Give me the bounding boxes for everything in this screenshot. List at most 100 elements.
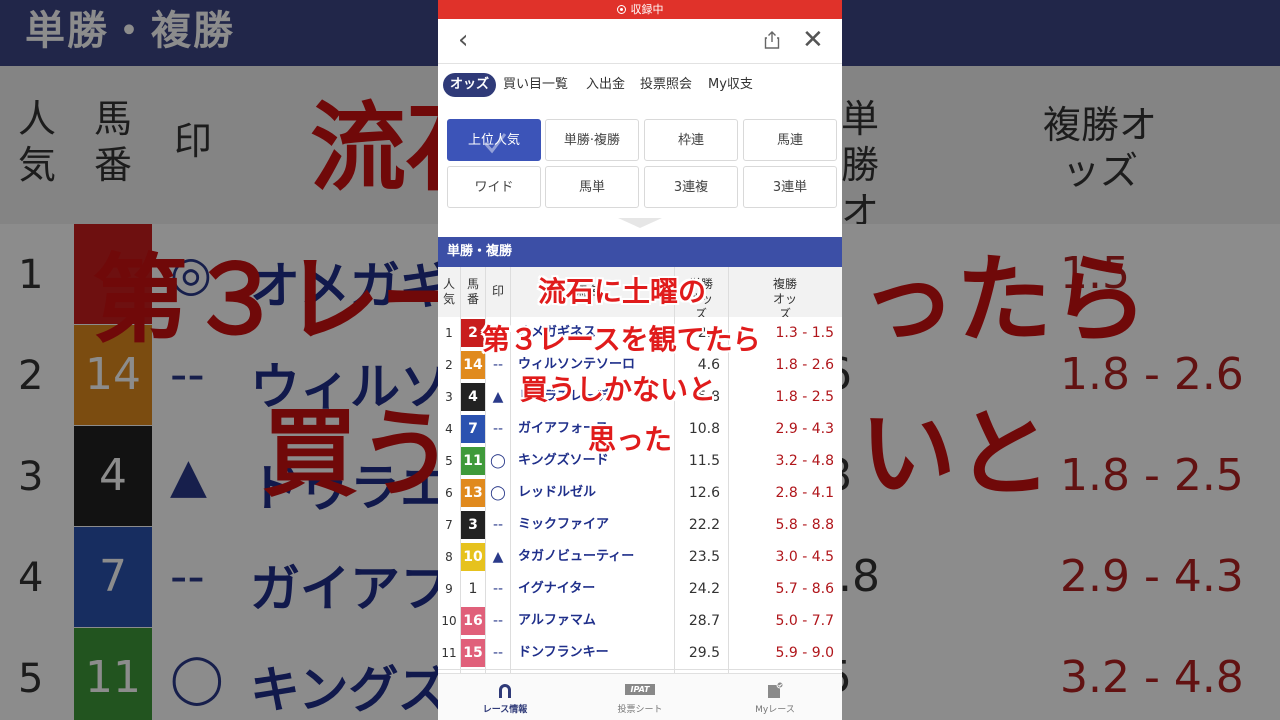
horse-number-badge: 1 bbox=[461, 575, 485, 603]
prediction-mark: ▲ bbox=[492, 389, 504, 405]
prediction-mark: -- bbox=[492, 581, 504, 597]
horse-number-badge: 15 bbox=[461, 639, 485, 667]
collapse-chevron-icon[interactable] bbox=[618, 218, 662, 228]
horseshoe-icon bbox=[499, 684, 511, 698]
table-row[interactable]: 10 16 -- アルファマム 28.7 5.0 - 7.7 bbox=[438, 605, 842, 638]
win-odds: 10.8 bbox=[688, 421, 720, 437]
tab-my-balance[interactable]: My収支 bbox=[708, 73, 753, 97]
bet-type-label: 3連単 bbox=[772, 180, 808, 195]
rank-cell: 3 bbox=[445, 390, 453, 404]
checkmark-icon bbox=[483, 133, 507, 154]
bet-type-exacta[interactable]: 馬単 bbox=[545, 166, 639, 208]
bet-type-wide[interactable]: ワイド bbox=[447, 166, 541, 208]
table-row[interactable]: 9 1 -- イグナイター 24.2 5.7 - 8.6 bbox=[438, 573, 842, 606]
rank-cell: 8 bbox=[445, 550, 453, 564]
bet-type-label: 3連複 bbox=[673, 180, 709, 195]
prediction-mark: -- bbox=[492, 613, 504, 629]
horse-name[interactable]: タガノビューティー bbox=[518, 541, 634, 573]
th-rank: 人気 bbox=[438, 277, 460, 307]
win-odds: 29.5 bbox=[688, 645, 720, 661]
win-odds: 22.2 bbox=[688, 517, 720, 533]
tab-odds[interactable]: オッズ bbox=[443, 73, 497, 97]
horse-number-badge: 13 bbox=[461, 479, 485, 507]
place-odds: 3.2 - 4.8 bbox=[775, 453, 834, 469]
prediction-mark: ▲ bbox=[492, 549, 504, 565]
share-icon[interactable] bbox=[764, 31, 780, 49]
bet-type-trio[interactable]: 3連複 bbox=[644, 166, 738, 208]
horse-number-badge: 7 bbox=[461, 415, 485, 443]
horse-number-badge: 3 bbox=[461, 511, 485, 539]
bet-type-label: 枠連 bbox=[677, 133, 704, 148]
bottom-nav-my-race[interactable]: Myレース bbox=[708, 674, 842, 720]
top-nav: ‹ ✕ bbox=[438, 19, 842, 64]
tab-bet-list[interactable]: 買い目一覧 bbox=[503, 73, 568, 97]
bottom-nav-label: 投票シート bbox=[617, 705, 663, 715]
bet-type-bracket-quinella[interactable]: 枠連 bbox=[644, 119, 738, 161]
rank-cell: 6 bbox=[445, 486, 453, 500]
horse-name[interactable]: ドンフランキー bbox=[518, 637, 609, 669]
caption-line-3: 買うしかないと bbox=[520, 373, 717, 406]
tab-bar: オッズ 買い目一覧 入出金 投票照会 My収支 bbox=[438, 64, 842, 104]
table-row[interactable]: 7 3 -- ミックファイア 22.2 5.8 - 8.8 bbox=[438, 509, 842, 542]
rank-cell: 9 bbox=[445, 582, 453, 596]
caption-line-1: 流石に土曜の bbox=[538, 275, 707, 308]
bottom-nav-label: レース情報 bbox=[482, 705, 528, 715]
bet-type-quinella[interactable]: 馬連 bbox=[743, 119, 837, 161]
win-odds: 28.7 bbox=[688, 613, 720, 629]
table-row[interactable]: 8 10 ▲ タガノビューティー 23.5 3.0 - 4.5 bbox=[438, 541, 842, 574]
record-icon bbox=[616, 5, 626, 14]
table-row[interactable]: 6 13 ◯ レッドルゼル 12.6 2.8 - 4.1 bbox=[438, 477, 842, 510]
win-odds: 12.6 bbox=[688, 485, 720, 501]
my-race-icon bbox=[768, 682, 784, 698]
horse-name[interactable]: イグナイター bbox=[518, 573, 595, 605]
bottom-nav: レース情報 IPAT 投票シート Myレース bbox=[438, 673, 842, 720]
prediction-mark: ◯ bbox=[490, 485, 506, 501]
back-chevron-icon[interactable]: ‹ bbox=[458, 25, 468, 55]
bet-type-trifecta[interactable]: 3連単 bbox=[743, 166, 837, 208]
horse-name[interactable]: レッドルゼル bbox=[518, 477, 596, 509]
bet-type-label: 単勝·複勝 bbox=[563, 133, 621, 148]
win-odds: 23.5 bbox=[688, 549, 720, 565]
bet-type-label: 馬単 bbox=[578, 180, 605, 195]
horse-number-badge: 10 bbox=[461, 543, 485, 571]
tab-vote-inquiry[interactable]: 投票照会 bbox=[640, 73, 692, 97]
rank-cell: 1 bbox=[445, 326, 453, 340]
place-odds: 2.9 - 4.3 bbox=[775, 421, 834, 437]
prediction-mark: -- bbox=[492, 421, 504, 437]
th-mark: 印 bbox=[491, 284, 504, 298]
place-odds: 5.0 - 7.7 bbox=[775, 613, 834, 629]
place-odds: 5.9 - 9.0 bbox=[775, 645, 834, 661]
bet-type-label: 馬連 bbox=[776, 133, 803, 148]
caption-line-2: 第３レースを観てたら bbox=[482, 323, 761, 356]
win-odds: 24.2 bbox=[688, 581, 720, 597]
th-number-label: 馬番 bbox=[466, 277, 479, 306]
tab-deposit[interactable]: 入出金 bbox=[586, 73, 625, 97]
bottom-nav-vote-sheet[interactable]: IPAT 投票シート bbox=[573, 674, 707, 720]
prediction-mark: ◯ bbox=[490, 453, 506, 469]
prediction-mark: -- bbox=[492, 645, 504, 661]
phone-screen: 収録中 ‹ ✕ オッズ 買い目一覧 入出金 投票照会 My収支 上位人気 単勝·… bbox=[438, 0, 842, 720]
bet-type-win-place[interactable]: 単勝·複勝 bbox=[545, 119, 639, 161]
horse-number-badge: 4 bbox=[461, 383, 485, 411]
horse-name[interactable]: アルファマム bbox=[518, 605, 596, 637]
recording-label: 収録中 bbox=[630, 3, 664, 16]
ipat-icon: IPAT bbox=[625, 684, 655, 695]
horse-number-badge: 16 bbox=[461, 607, 485, 635]
bottom-nav-race-info[interactable]: レース情報 bbox=[438, 674, 572, 720]
horse-name[interactable]: ミックファイア bbox=[518, 509, 609, 541]
th-rank-label: 人気 bbox=[442, 277, 455, 306]
bottom-nav-label: Myレース bbox=[755, 705, 795, 715]
place-odds: 1.8 - 2.5 bbox=[775, 389, 834, 405]
prediction-mark: -- bbox=[492, 517, 504, 533]
rank-cell: 7 bbox=[445, 518, 453, 532]
table-row[interactable]: 11 15 -- ドンフランキー 29.5 5.9 - 9.0 bbox=[438, 637, 842, 670]
rank-cell: 10 bbox=[441, 614, 457, 628]
close-icon[interactable]: ✕ bbox=[802, 25, 824, 55]
recording-bar: 収録中 bbox=[438, 0, 842, 19]
place-odds: 5.8 - 8.8 bbox=[775, 517, 834, 533]
bet-type-label: ワイド bbox=[474, 180, 514, 195]
rank-cell: 4 bbox=[445, 422, 453, 436]
th-place: 複勝オッズ bbox=[748, 277, 822, 322]
col-divider bbox=[460, 267, 461, 673]
section-header: 単勝・複勝 bbox=[438, 237, 842, 267]
